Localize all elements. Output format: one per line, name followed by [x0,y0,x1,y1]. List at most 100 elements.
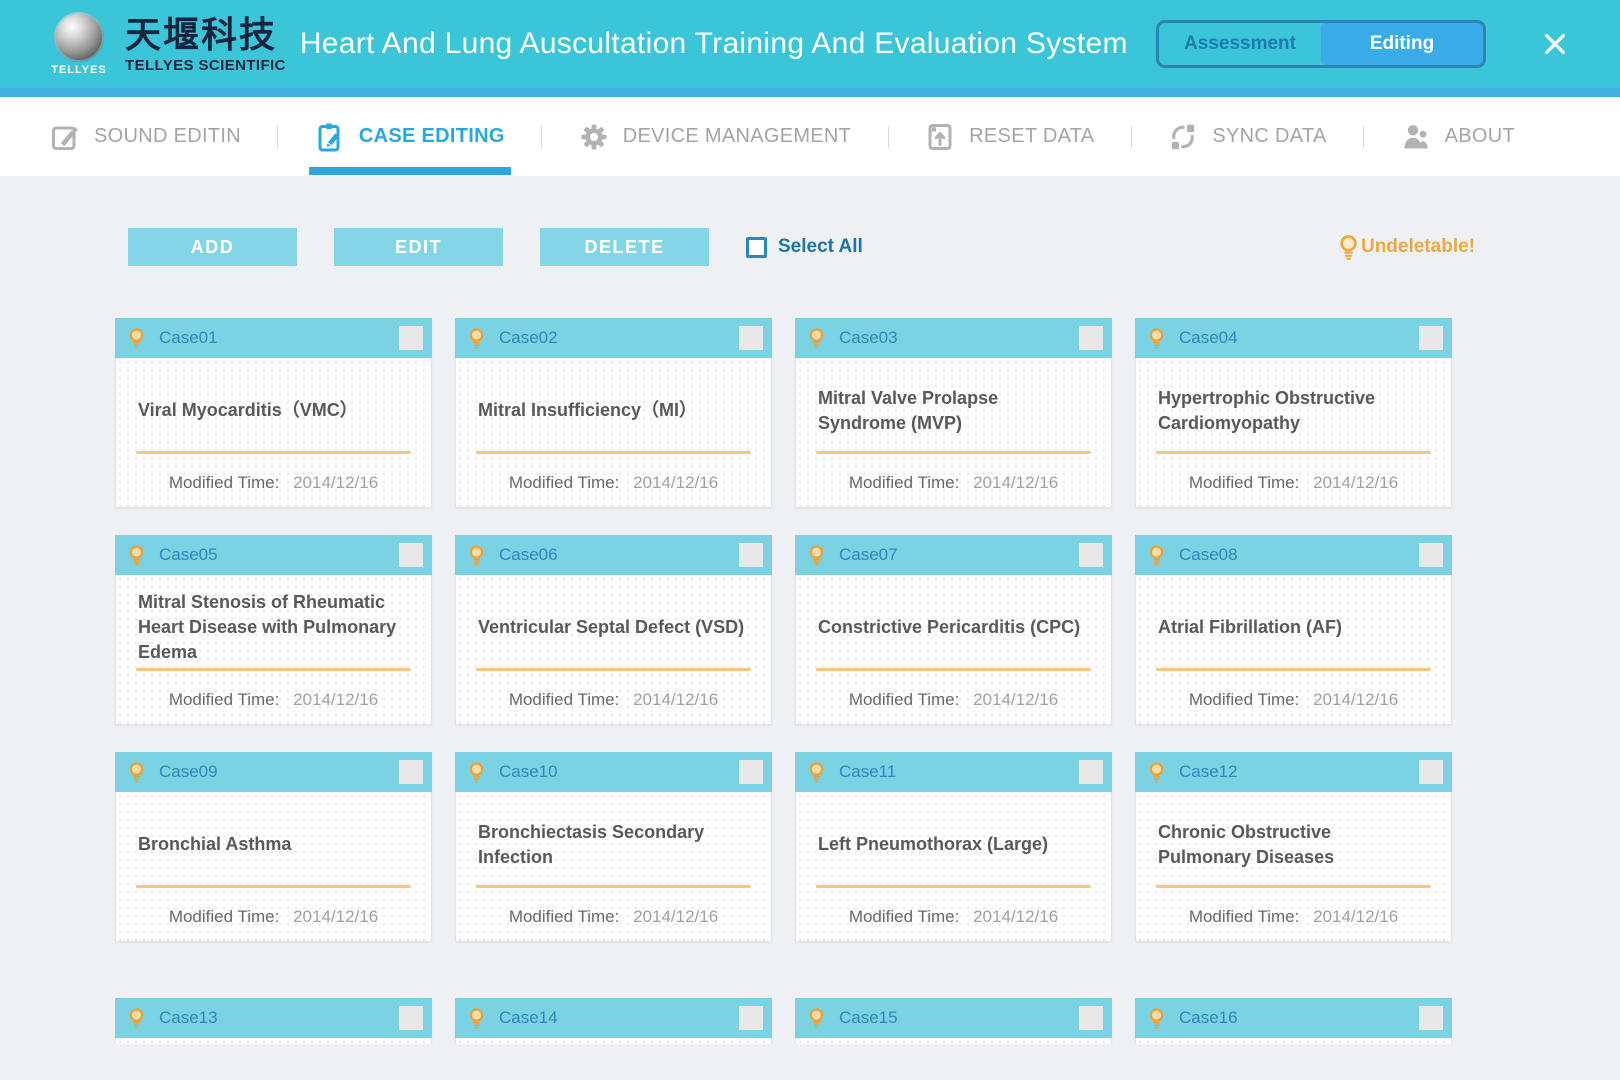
case-title: Viral Myocarditis（VMC） [136,370,411,451]
case-card-case16[interactable]: Case16 Modified Time: [1135,998,1452,1044]
case-id-label: Case15 [839,1008,1065,1028]
undeletable-note: Undeletable! [1338,234,1475,261]
case-card-case02[interactable]: Case02 Mitral Insufficiency（MI） Modified… [455,318,772,508]
case-id-label: Case02 [499,328,725,348]
case-card-case01[interactable]: Case01 Viral Myocarditis（VMC） Modified T… [115,318,432,508]
card-divider [1156,885,1431,888]
case-checkbox[interactable] [1079,326,1103,350]
case-card-case08[interactable]: Case08 Atrial Fibrillation (AF) Modified… [1135,535,1452,725]
case-id-label: Case16 [1179,1008,1405,1028]
assessment-mode-button[interactable]: Assessment [1159,23,1321,65]
case-card-case11[interactable]: Case11 Left Pneumothorax (Large) Modifie… [795,752,1112,942]
case-card-case06[interactable]: Case06 Ventricular Septal Defect (VSD) M… [455,535,772,725]
case-title: Chronic Obstructive Pulmonary Diseases [1156,804,1431,885]
case-card-header: Case10 [455,752,772,792]
close-button[interactable] [1538,27,1572,61]
case-card-grid: Case01 Viral Myocarditis（VMC） Modified T… [115,318,1452,942]
modified-time: Modified Time: 2014/12/16 [136,690,411,710]
case-card-header: Case01 [115,318,432,358]
case-checkbox[interactable] [1079,760,1103,784]
nav-item-reset-data[interactable]: RESET DATA [925,116,1094,158]
case-id-label: Case11 [839,762,1065,782]
case-card-header: Case16 [1135,998,1452,1038]
case-checkbox[interactable] [1419,543,1443,567]
nav-item-about[interactable]: ABOUT [1401,116,1515,158]
lightbulb-icon [1148,544,1165,567]
case-checkbox[interactable] [399,1006,423,1030]
modified-time-value: 2014/12/16 [293,690,378,709]
nav-separator [277,126,278,148]
case-card-case13[interactable]: Case13 Modified Time: [115,998,432,1044]
clipboard-pencil-icon [315,122,345,152]
lightbulb-icon [468,1007,485,1030]
case-checkbox[interactable] [1419,1006,1443,1030]
case-card-case05[interactable]: Case05 Mitral Stenosis of Rheumatic Hear… [115,535,432,725]
case-id-label: Case01 [159,328,385,348]
case-card-body: Atrial Fibrillation (AF) Modified Time: … [1135,575,1452,725]
case-card-case04[interactable]: Case04 Hypertrophic Obstructive Cardiomy… [1135,318,1452,508]
card-divider [136,451,411,454]
case-card-case03[interactable]: Case03 Mitral Valve Prolapse Syndrome (M… [795,318,1112,508]
modified-time: Modified Time: 2014/12/16 [1156,690,1431,710]
case-card-header: Case12 [1135,752,1452,792]
nav-item-sound-editin[interactable]: SOUND EDITIN [50,116,241,158]
case-card-case07[interactable]: Case07 Constrictive Pericarditis (CPC) M… [795,535,1112,725]
case-card-case12[interactable]: Case12 Chronic Obstructive Pulmonary Dis… [1135,752,1452,942]
select-all[interactable]: Select All [746,236,863,258]
case-card-body: Mitral Valve Prolapse Syndrome (MVP) Mod… [795,358,1112,508]
lightbulb-icon [128,1007,145,1030]
lightbulb-icon [468,327,485,350]
nav-separator [541,126,542,148]
card-divider [1156,451,1431,454]
modified-time-value: 2014/12/16 [633,473,718,492]
card-divider [816,451,1091,454]
lightbulb-icon [128,327,145,350]
add-button[interactable]: ADD [128,228,297,266]
case-checkbox[interactable] [399,760,423,784]
select-all-checkbox[interactable] [746,237,767,258]
modified-time: Modified Time: 2014/12/16 [476,690,751,710]
lightbulb-icon [1148,327,1165,350]
lightbulb-icon [1148,1007,1165,1030]
case-card-body: Mitral Stenosis of Rheumatic Heart Disea… [115,575,432,725]
case-id-label: Case09 [159,762,385,782]
case-id-label: Case12 [1179,762,1405,782]
card-divider [816,668,1091,671]
case-checkbox[interactable] [739,326,763,350]
case-card-case09[interactable]: Case09 Bronchial Asthma Modified Time: 2… [115,752,432,942]
case-checkbox[interactable] [1079,1006,1103,1030]
case-card-case10[interactable]: Case10 Bronchiectasis Secondary Infectio… [455,752,772,942]
gear-icon [579,122,609,152]
case-checkbox[interactable] [739,543,763,567]
nav-item-case-editing[interactable]: CASE EDITING [315,116,505,158]
case-checkbox[interactable] [399,326,423,350]
logo-globe-icon: TELLYES [48,12,110,76]
app-header: TELLYES 天堰科技 TELLYES SCIENTIFIC Heart An… [0,0,1620,88]
modified-time-value: 2014/12/16 [633,907,718,926]
modified-time: Modified Time: 2014/12/16 [816,907,1091,927]
case-card-case15[interactable]: Case15 Modified Time: [795,998,1112,1044]
modified-time-label: Modified Time: [169,690,280,709]
case-card-body: Left Pneumothorax (Large) Modified Time:… [795,792,1112,942]
modified-time-label: Modified Time: [849,690,960,709]
case-checkbox[interactable] [399,543,423,567]
case-checkbox[interactable] [739,760,763,784]
pencil-square-icon [50,122,80,152]
editing-mode-button[interactable]: Editing [1321,23,1483,65]
modified-time: Modified Time: 2014/12/16 [1156,473,1431,493]
case-checkbox[interactable] [1419,760,1443,784]
case-checkbox[interactable] [1419,326,1443,350]
case-checkbox[interactable] [739,1006,763,1030]
modified-time: Modified Time: 2014/12/16 [1156,907,1431,927]
case-card-case14[interactable]: Case14 Modified Time: [455,998,772,1044]
delete-button[interactable]: DELETE [540,228,709,266]
case-title: Mitral Stenosis of Rheumatic Heart Disea… [136,587,411,668]
case-checkbox[interactable] [1079,543,1103,567]
nav-item-device-management[interactable]: DEVICE MANAGEMENT [579,116,851,158]
modified-time-label: Modified Time: [849,473,960,492]
content-area: ADD EDIT DELETE Select All Undeletable! [0,176,1620,1080]
case-card-body: Modified Time: [795,1038,1112,1044]
nav-item-sync-data[interactable]: SYNC DATA [1168,116,1326,158]
edit-button[interactable]: EDIT [334,228,503,266]
modified-time: Modified Time: 2014/12/16 [136,473,411,493]
